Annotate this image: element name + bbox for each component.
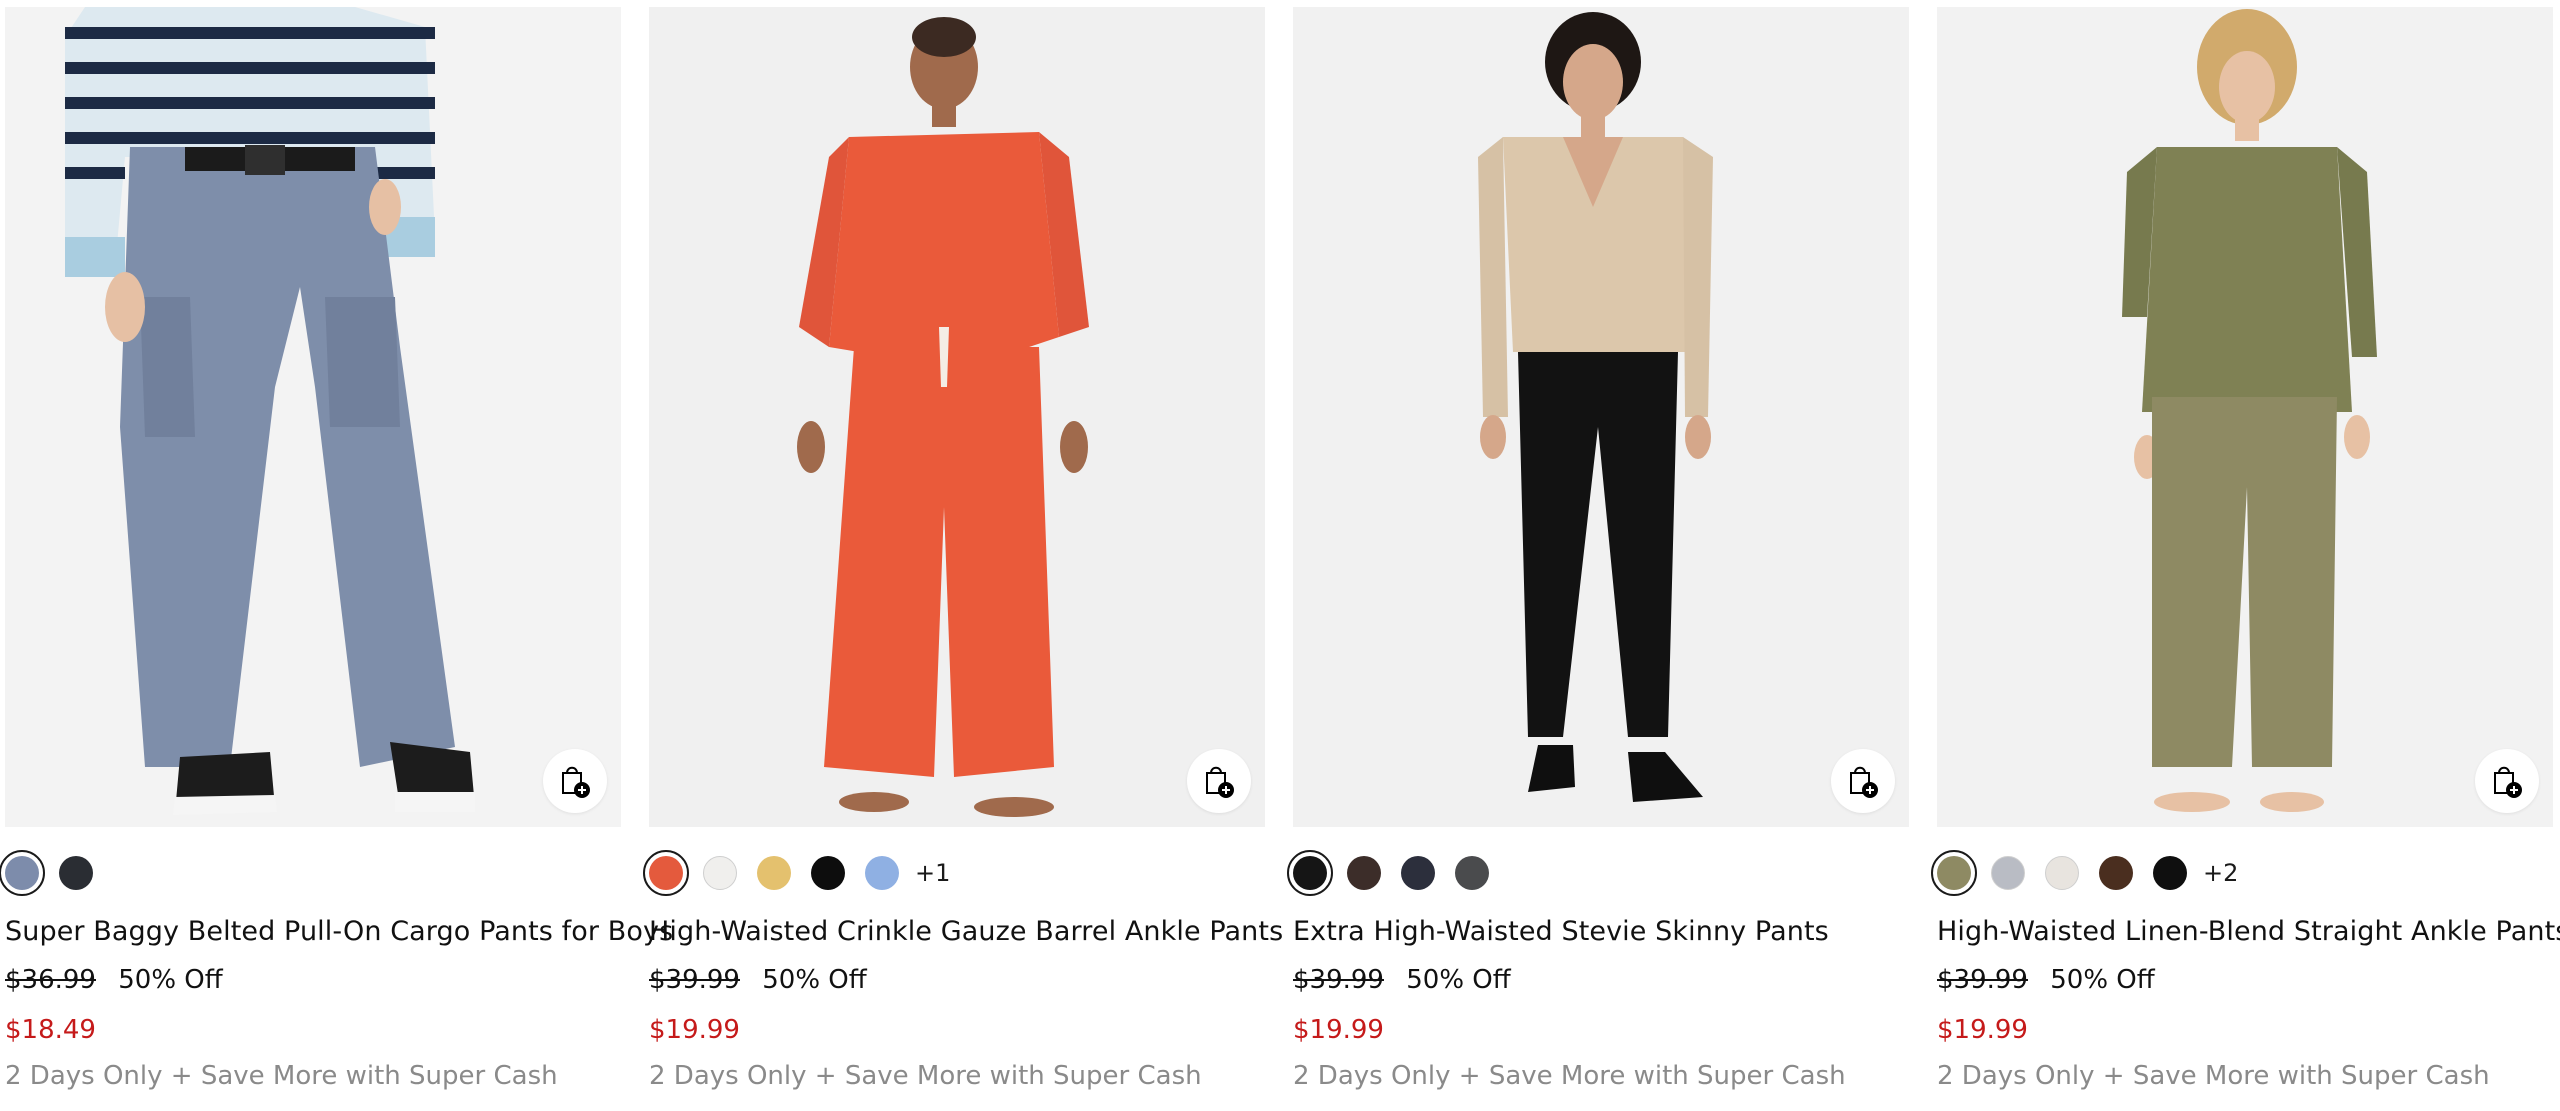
original-price: $39.99	[649, 965, 740, 995]
price-row: $39.99 50% Off	[649, 965, 867, 995]
color-swatch[interactable]	[1347, 856, 1381, 890]
add-to-bag-icon	[2494, 766, 2522, 798]
discount-label: 50% Off	[1406, 965, 1511, 995]
color-swatches: +2	[1931, 849, 2238, 897]
product-photo[interactable]	[5, 7, 621, 827]
more-colors-count[interactable]: +2	[2203, 859, 2238, 887]
more-colors-count[interactable]: +1	[915, 859, 950, 887]
add-to-bag-icon	[562, 766, 590, 798]
color-swatch[interactable]	[1455, 856, 1489, 890]
color-swatch[interactable]	[811, 856, 845, 890]
sale-price: $19.99	[1293, 1015, 1384, 1045]
promo-text: 2 Days Only + Save More with Super Cash	[1293, 1061, 1846, 1091]
product-title[interactable]: Extra High-Waisted Stevie Skinny Pants	[1293, 916, 1829, 947]
product-photo[interactable]	[649, 7, 1265, 827]
color-swatch[interactable]	[0, 850, 45, 896]
color-swatch[interactable]	[865, 856, 899, 890]
price-row: $39.99 50% Off	[1293, 965, 1511, 995]
color-swatch[interactable]	[2153, 856, 2187, 890]
add-to-bag-button[interactable]	[1831, 749, 1895, 813]
promo-text: 2 Days Only + Save More with Super Cash	[1937, 1061, 2490, 1091]
product-grid: Super Baggy Belted Pull-On Cargo Pants f…	[0, 0, 2560, 1111]
color-swatch[interactable]	[1991, 856, 2025, 890]
product-photo[interactable]	[1293, 7, 1909, 827]
discount-label: 50% Off	[118, 965, 223, 995]
add-to-bag-button[interactable]	[543, 749, 607, 813]
price-row: $36.99 50% Off	[5, 965, 223, 995]
product-photo[interactable]	[1937, 7, 2553, 827]
color-swatch[interactable]	[59, 856, 93, 890]
promo-text: 2 Days Only + Save More with Super Cash	[649, 1061, 1202, 1091]
sale-price: $19.99	[1937, 1015, 2028, 1045]
color-swatches	[1287, 849, 1509, 897]
color-swatch[interactable]	[1401, 856, 1435, 890]
product-title[interactable]: Super Baggy Belted Pull-On Cargo Pants f…	[5, 916, 673, 947]
add-to-bag-button[interactable]	[2475, 749, 2539, 813]
product-title[interactable]: High-Waisted Linen-Blend Straight Ankle …	[1937, 916, 2560, 947]
color-swatch[interactable]	[1931, 850, 1977, 896]
add-to-bag-button[interactable]	[1187, 749, 1251, 813]
add-to-bag-icon	[1850, 766, 1878, 798]
color-swatch[interactable]	[643, 850, 689, 896]
color-swatches: +1	[643, 849, 950, 897]
sale-price: $19.99	[649, 1015, 740, 1045]
original-price: $39.99	[1937, 965, 2028, 995]
original-price: $39.99	[1293, 965, 1384, 995]
add-to-bag-icon	[1206, 766, 1234, 798]
discount-label: 50% Off	[762, 965, 867, 995]
sale-price: $18.49	[5, 1015, 96, 1045]
color-swatch[interactable]	[2045, 856, 2079, 890]
color-swatch[interactable]	[2099, 856, 2133, 890]
product-card[interactable]: +2 High-Waisted Linen-Blend Straight Ank…	[1931, 0, 2560, 1111]
color-swatch[interactable]	[1287, 850, 1333, 896]
product-card[interactable]: Super Baggy Belted Pull-On Cargo Pants f…	[0, 0, 673, 1111]
color-swatch[interactable]	[757, 856, 791, 890]
color-swatch[interactable]	[703, 856, 737, 890]
color-swatches	[0, 849, 113, 897]
price-row: $39.99 50% Off	[1937, 965, 2155, 995]
product-card[interactable]: +1 High-Waisted Crinkle Gauze Barrel Ank…	[643, 0, 1283, 1111]
discount-label: 50% Off	[2050, 965, 2155, 995]
original-price: $36.99	[5, 965, 96, 995]
product-card[interactable]: Extra High-Waisted Stevie Skinny Pants $…	[1287, 0, 1909, 1111]
product-title[interactable]: High-Waisted Crinkle Gauze Barrel Ankle …	[649, 916, 1283, 947]
promo-text: 2 Days Only + Save More with Super Cash	[5, 1061, 558, 1091]
